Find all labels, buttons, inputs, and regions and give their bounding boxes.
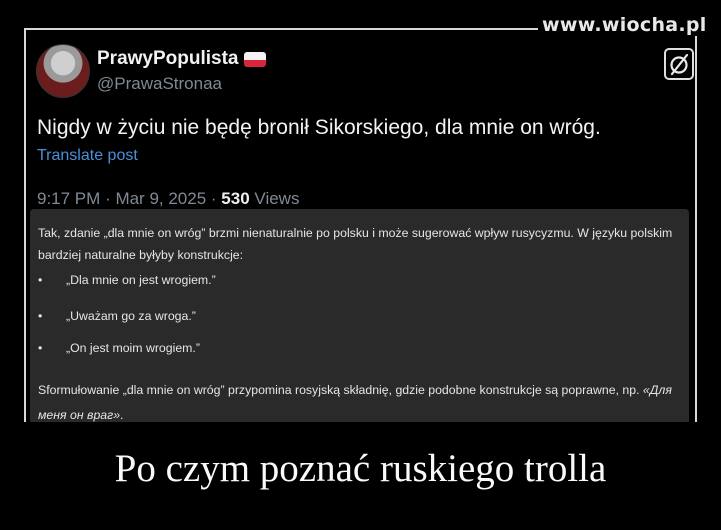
grok-paragraph: Tak, zdanie „dla mnie on wróg” brzmi nie… [38,226,673,262]
views-count: 530 [221,189,250,208]
list-item: • „On jest moim wrogiem.” [38,341,200,355]
tweet-text: Nigdy w życiu nie będę bronił Sikorskieg… [37,116,601,139]
user-handle[interactable]: @PrawaStronaa [97,74,222,94]
post-time[interactable]: 9:17 PM [37,189,100,208]
separator-dot: · [105,189,116,208]
site-watermark: www.wiocha.pl [538,14,711,36]
display-name[interactable]: PrawyPopulista [97,48,239,70]
poland-flag-icon [244,52,266,67]
views-label: Views [254,189,300,208]
list-item: • „Dla mnie on jest wrogiem.” [38,273,216,287]
post-date[interactable]: Mar 9, 2025 [115,189,206,208]
tweet-meta: 9:17 PM · Mar 9, 2025 · 530 Views [37,189,299,209]
frame-divider [695,28,697,422]
translate-post-link[interactable]: Translate post [37,147,138,165]
list-item: • „Uważam go za wroga.” [38,309,196,323]
grok-icon[interactable] [664,48,694,80]
grok-paragraph: Sformułowanie „dla mnie on wróg” przypom… [38,383,672,422]
meme-caption: Po czym poznać ruskiego trolla [114,447,607,490]
separator-dot: · [210,189,222,208]
avatar[interactable] [36,44,90,98]
